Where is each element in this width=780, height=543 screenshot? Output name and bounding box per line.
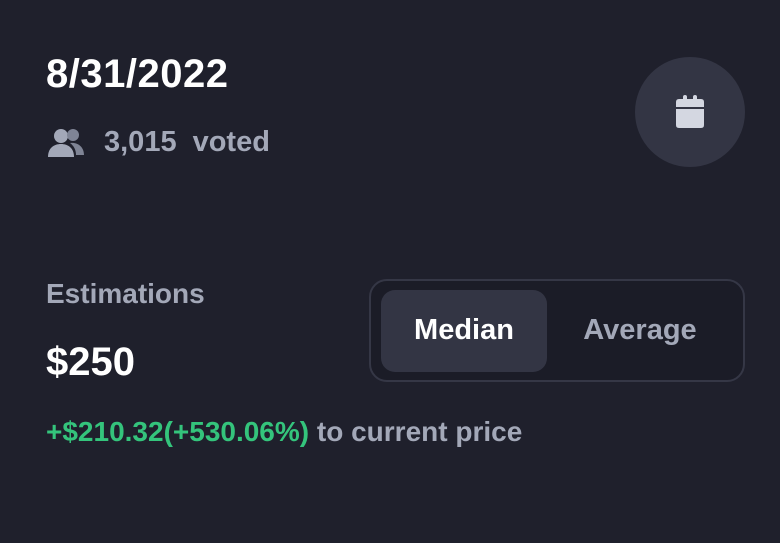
prediction-card: 8/31/2022 3,015 voted Estimations $250 +… bbox=[0, 0, 780, 543]
votes-count: 3,015 bbox=[104, 126, 177, 158]
prediction-date: 8/31/2022 bbox=[46, 52, 229, 96]
median-option[interactable]: Median bbox=[381, 289, 547, 372]
price-change: +$210.32(+530.06%) to current price bbox=[46, 416, 522, 448]
calendar-icon bbox=[670, 92, 710, 132]
calendar-button[interactable] bbox=[635, 57, 745, 167]
average-option[interactable]: Average bbox=[547, 290, 733, 372]
price-change-delta: +$210.32(+530.06%) bbox=[46, 416, 310, 447]
people-icon bbox=[46, 127, 86, 159]
price-change-suffix: to current price bbox=[316, 416, 523, 447]
estimation-value: $250 bbox=[46, 340, 135, 384]
votes-label: voted bbox=[192, 126, 270, 158]
estimation-mode-toggle: Median Average bbox=[369, 279, 745, 382]
estimations-label: Estimations bbox=[46, 278, 205, 309]
votes-summary: 3,015 voted bbox=[46, 126, 270, 159]
